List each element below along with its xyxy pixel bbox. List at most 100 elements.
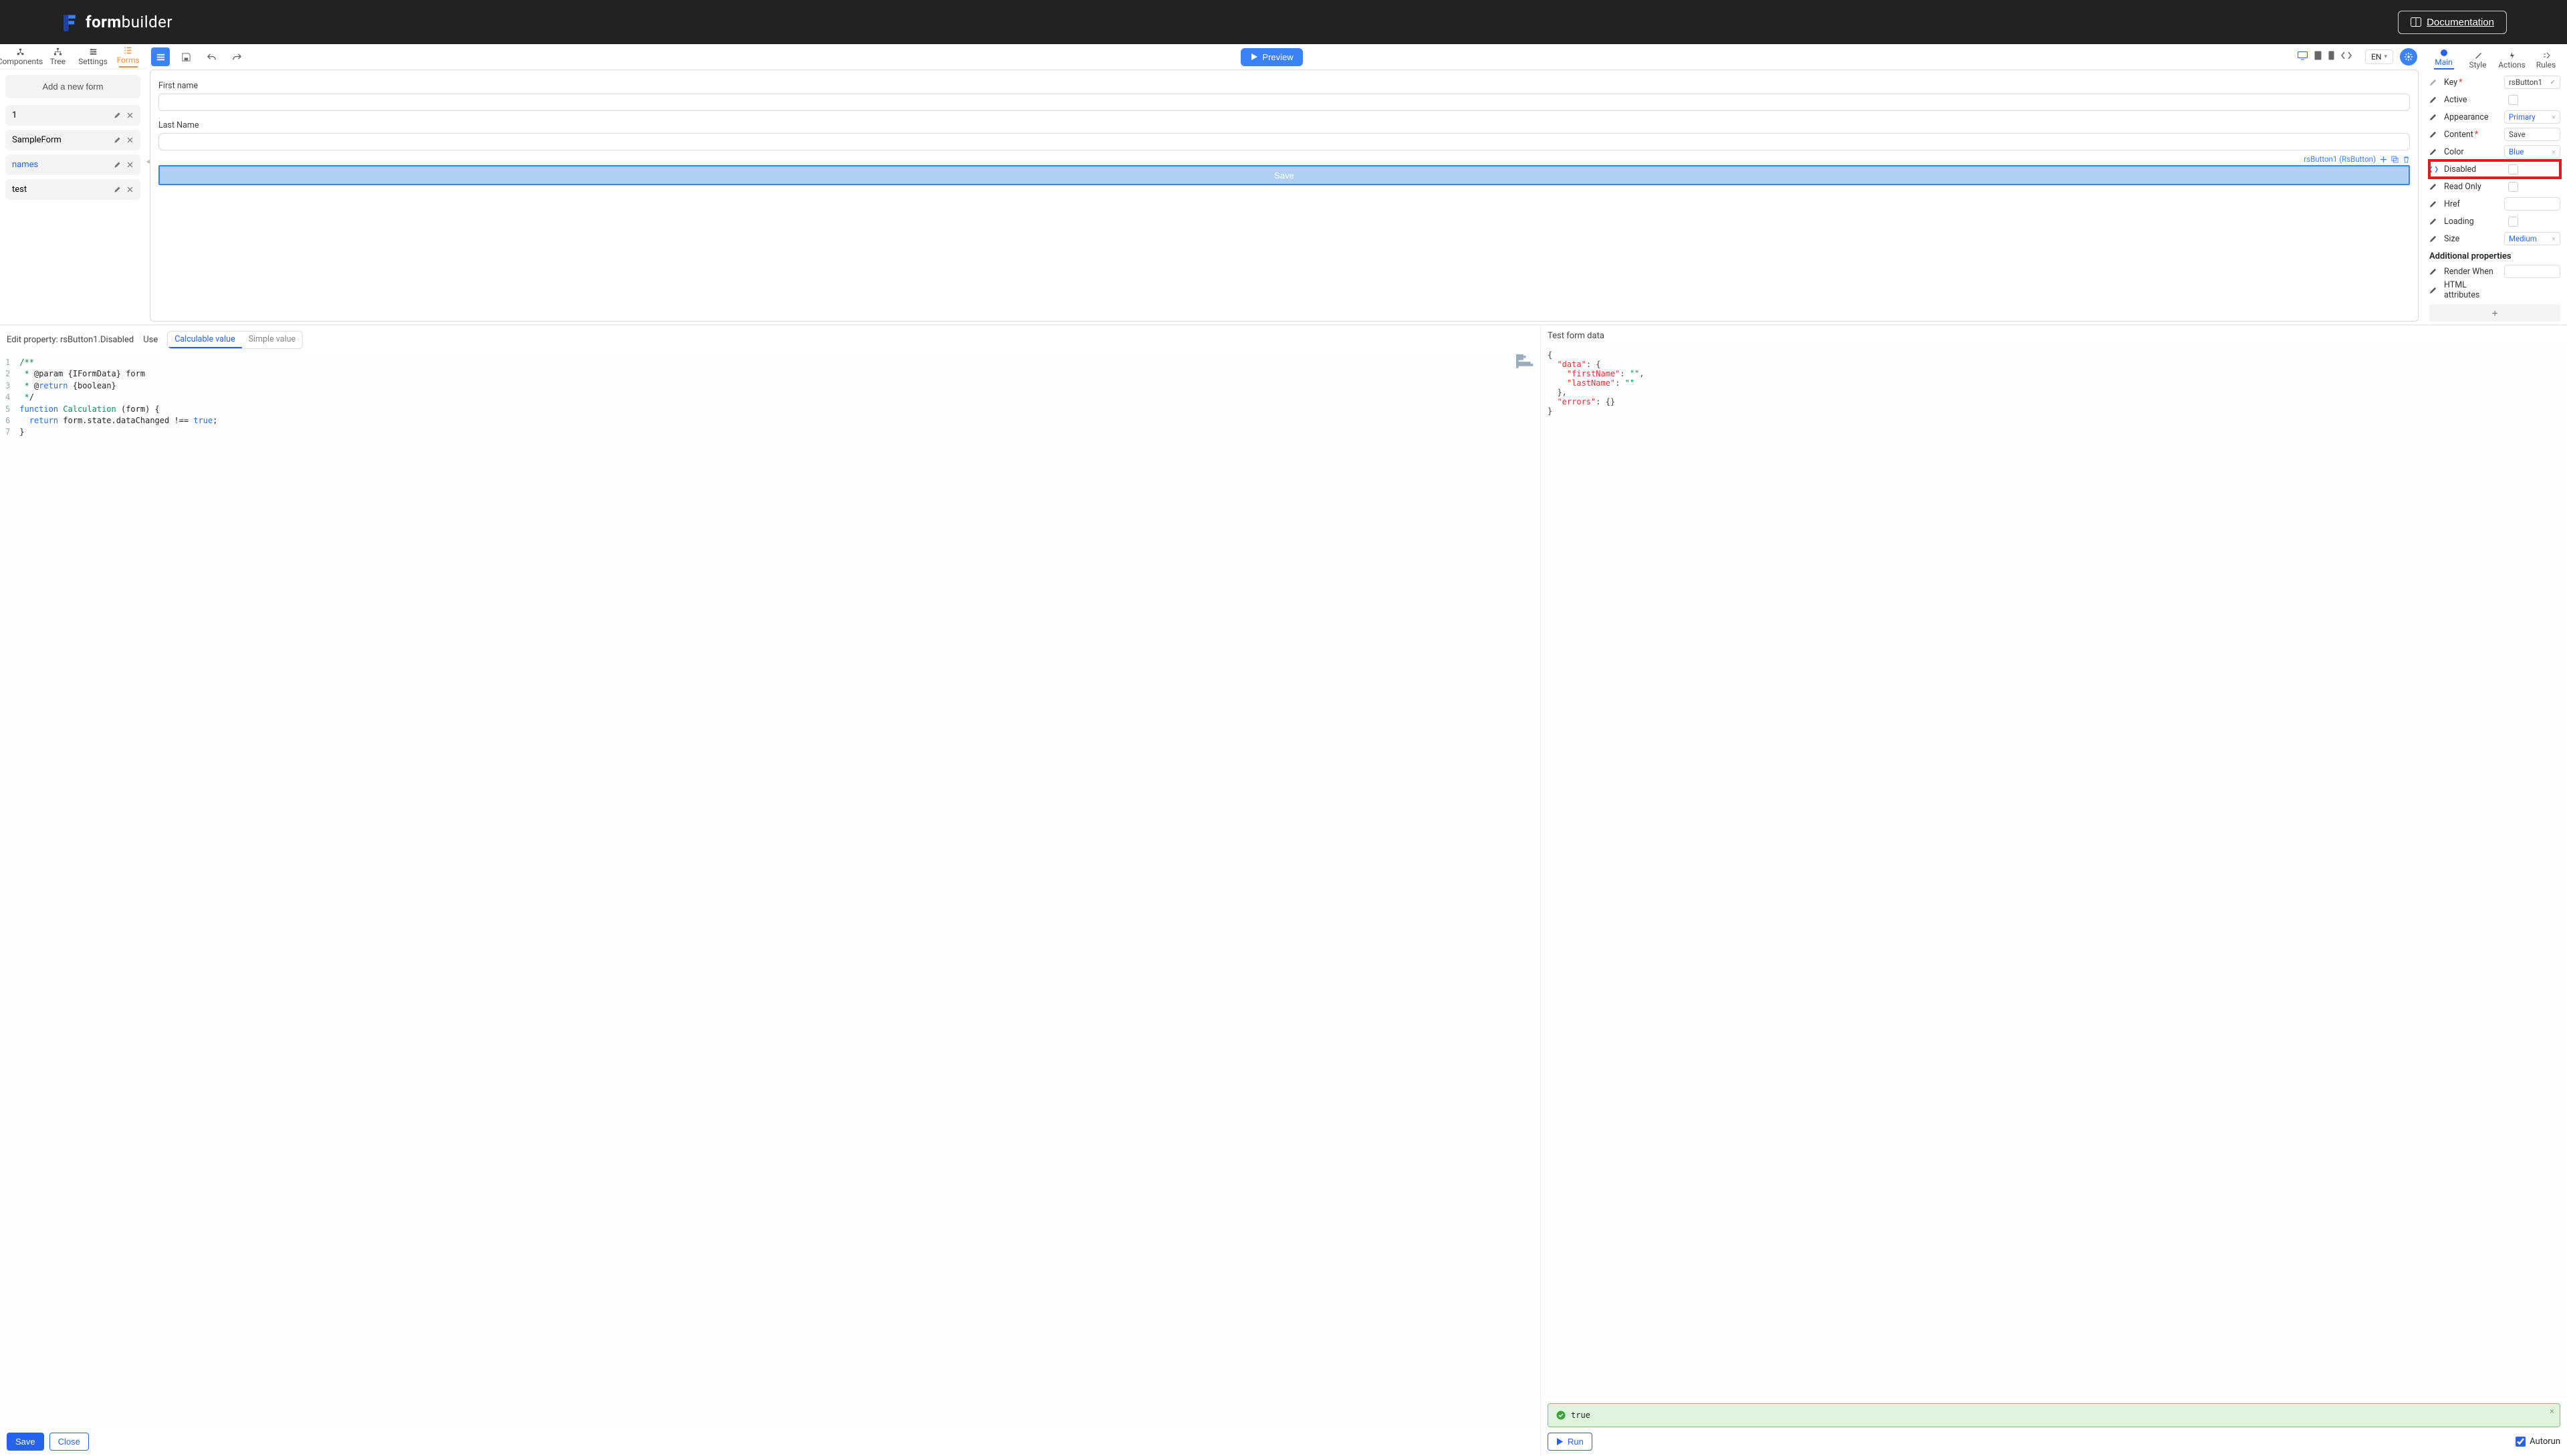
add-attribute-button[interactable]: +: [2429, 308, 2560, 320]
tab-simple[interactable]: Simple value: [242, 332, 303, 348]
close-icon[interactable]: [126, 186, 134, 193]
close-icon[interactable]: [126, 161, 134, 168]
copy-icon[interactable]: [2391, 156, 2399, 163]
menu-button[interactable]: [151, 47, 170, 66]
form-row-name: names: [12, 160, 38, 170]
logo-icon: [60, 13, 79, 31]
prop-loading-checkbox[interactable]: [2504, 215, 2560, 228]
documentation-icon: [2411, 17, 2421, 27]
editor-close-button[interactable]: Close: [49, 1433, 89, 1451]
tab-calculable[interactable]: Calculable value: [168, 332, 241, 348]
mobile-icon[interactable]: [2328, 51, 2334, 63]
autorun-label: Autorun: [2530, 1437, 2560, 1447]
code-view-icon[interactable]: [2341, 51, 2352, 62]
properties-list: Key* rsButton1✓ Active Appearance Primar…: [2423, 70, 2567, 326]
delete-icon[interactable]: [2403, 156, 2410, 163]
prop-size-value[interactable]: Medium×: [2504, 232, 2560, 245]
prop-active-checkbox[interactable]: [2504, 93, 2560, 106]
tab-main[interactable]: Main: [2427, 49, 2461, 70]
preview-button[interactable]: Preview: [1241, 48, 1302, 66]
add-form-button[interactable]: Add a new form: [5, 75, 140, 98]
prop-size-label: Size: [2444, 234, 2501, 244]
pencil-icon: [2429, 131, 2437, 138]
form-row[interactable]: test: [5, 179, 140, 200]
lastname-input[interactable]: [158, 133, 2410, 150]
prop-appearance-value[interactable]: Primary×: [2504, 110, 2560, 124]
prop-htmlattrs: HTML attributes: [2429, 280, 2560, 300]
properties-tabs: Main Style Actions Rules: [2423, 44, 2567, 70]
editor-save-button[interactable]: Save: [7, 1433, 44, 1451]
prop-content-value[interactable]: Save: [2504, 128, 2560, 141]
form-row[interactable]: names: [5, 154, 140, 175]
selected-component-text: rsButton1 (RsButton): [2304, 154, 2376, 164]
left-panel: Components Tree Settings Forms Add a new…: [0, 44, 146, 326]
run-button[interactable]: Run: [1548, 1433, 1592, 1451]
documentation-button[interactable]: Documentation: [2398, 11, 2507, 34]
prop-readonly-checkbox[interactable]: [2504, 180, 2560, 193]
prop-renderwhen-value[interactable]: [2504, 265, 2560, 278]
prop-content: Content* Save: [2429, 126, 2560, 143]
line-gutter: 1 2 3 4 5 6 7: [5, 357, 19, 1425]
result-close-icon[interactable]: ×: [2550, 1407, 2554, 1416]
add-attribute-row: +: [2429, 304, 2560, 322]
app-header: formbuilder Documentation: [0, 0, 2567, 44]
pencil-icon: [2429, 96, 2437, 104]
form-row-actions: [114, 186, 134, 193]
desktop-icon[interactable]: [2298, 51, 2308, 63]
pencil-icon: [2429, 268, 2437, 275]
properties-panel: Main Style Actions Rules Key* rsButton1✓: [2423, 44, 2567, 326]
code-content: /** * @param {IFormData} form * @return …: [19, 357, 217, 1425]
firstname-input[interactable]: [158, 94, 2410, 111]
tab-components[interactable]: Components: [0, 47, 40, 66]
prop-key-value[interactable]: rsButton1✓: [2504, 76, 2560, 89]
redo-icon: [232, 52, 242, 62]
undo-button[interactable]: [202, 47, 221, 66]
edit-icon[interactable]: [114, 136, 121, 144]
tablet-icon[interactable]: [2314, 51, 2322, 63]
prop-href-value[interactable]: [2504, 197, 2560, 211]
form-canvas[interactable]: First name Last Name rsButton1 (RsButton…: [150, 70, 2419, 322]
close-icon[interactable]: [126, 136, 134, 144]
code-editor[interactable]: 1 2 3 4 5 6 7 /** * @param {IFormData} f…: [0, 354, 1540, 1427]
autorun-checkbox[interactable]: [2516, 1437, 2526, 1447]
center-column: Preview EN ▾: [146, 44, 2423, 326]
language-select[interactable]: EN ▾: [2365, 49, 2393, 64]
form-row[interactable]: SampleForm: [5, 130, 140, 150]
brand-logo: formbuilder: [60, 13, 172, 31]
forms-list: 1 SampleForm names: [5, 105, 140, 200]
close-icon[interactable]: [126, 112, 134, 119]
form-row-name: 1: [12, 110, 17, 120]
form-row-actions: [114, 112, 134, 119]
tab-rules[interactable]: Rules: [2529, 51, 2563, 70]
settings-gear-button[interactable]: [2400, 48, 2417, 66]
add-icon[interactable]: [2380, 156, 2387, 163]
save-disk-button[interactable]: [176, 47, 195, 66]
prop-color-value[interactable]: Blue×: [2504, 145, 2560, 158]
tab-settings[interactable]: Settings: [76, 47, 111, 66]
canvas-wrap: First name Last Name rsButton1 (RsButton…: [146, 70, 2423, 326]
tab-style[interactable]: Style: [2461, 51, 2495, 70]
prop-color: Color Blue×: [2429, 143, 2560, 160]
tab-rules-label: Rules: [2536, 60, 2556, 70]
tab-components-label: Components: [0, 57, 43, 66]
prop-content-label: Content: [2444, 130, 2473, 140]
edit-icon[interactable]: [114, 112, 121, 119]
autorun-toggle[interactable]: Autorun: [2516, 1437, 2560, 1447]
pencil-icon: [2429, 287, 2437, 294]
redo-button[interactable]: [227, 47, 246, 66]
prop-disabled-checkbox[interactable]: [2504, 162, 2560, 176]
prop-htmlattrs-label: HTML attributes: [2444, 280, 2501, 300]
tab-tree[interactable]: Tree: [40, 47, 76, 66]
edit-icon[interactable]: [114, 186, 121, 193]
language-label: EN: [2371, 52, 2381, 62]
form-row[interactable]: 1: [5, 105, 140, 126]
tab-forms[interactable]: Forms: [110, 46, 146, 68]
tab-actions[interactable]: Actions: [2495, 51, 2529, 70]
code-editor-footer: Save Close: [0, 1427, 1540, 1456]
edit-icon[interactable]: [114, 161, 121, 168]
field-label-firstname: First name: [158, 81, 2410, 91]
canvas-save-button[interactable]: Save: [158, 165, 2410, 185]
test-data-json[interactable]: { "data": { "firstName": "", "lastName":…: [1541, 346, 2567, 1399]
prop-href-label: Href: [2444, 199, 2501, 209]
prop-disabled: Disabled: [2429, 160, 2560, 178]
